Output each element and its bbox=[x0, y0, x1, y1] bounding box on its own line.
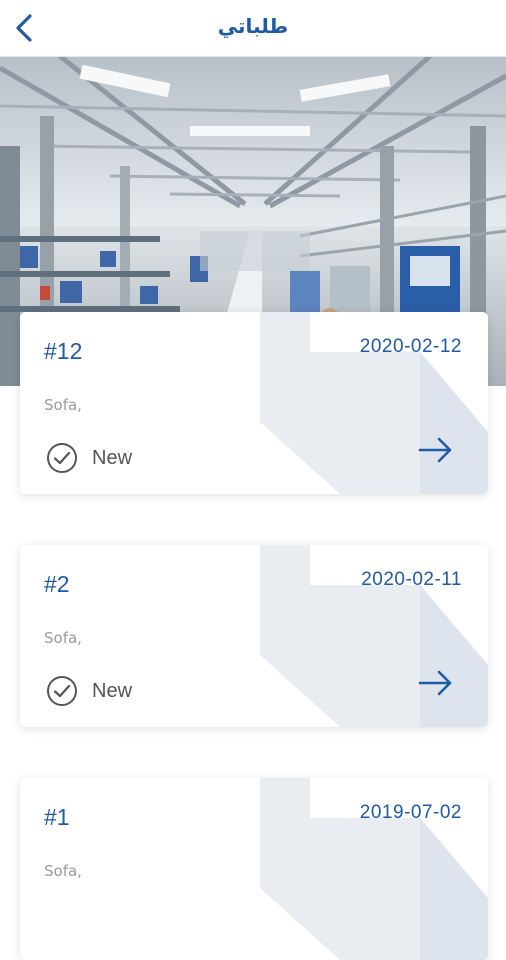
arrow-right-icon[interactable] bbox=[418, 436, 454, 464]
order-card[interactable]: #2 2020-02-11 Sofa, New bbox=[20, 545, 488, 727]
order-card[interactable]: #12 2020-02-12 Sofa, New bbox=[20, 312, 488, 494]
top-app-bar: طلباتي bbox=[0, 0, 506, 57]
check-circle-icon bbox=[47, 676, 77, 706]
order-status: New bbox=[46, 442, 132, 474]
order-date: 2020-02-12 bbox=[359, 336, 462, 357]
order-card[interactable]: #1 2019-07-02 Sofa, bbox=[20, 778, 488, 960]
order-status: New bbox=[46, 675, 132, 707]
order-date: 2020-02-11 bbox=[361, 569, 462, 590]
status-label: New bbox=[92, 446, 133, 469]
order-number: #1 bbox=[44, 804, 70, 830]
order-product: Sofa, bbox=[44, 629, 82, 647]
order-date: 2019-07-02 bbox=[359, 802, 462, 823]
arrow-right-icon[interactable] bbox=[418, 669, 454, 697]
order-number: #2 bbox=[44, 571, 70, 597]
order-product: Sofa, bbox=[44, 862, 82, 880]
page-title: طلباتي bbox=[217, 14, 289, 38]
status-label: New bbox=[92, 679, 133, 702]
order-number: #12 bbox=[44, 338, 83, 364]
order-product: Sofa, bbox=[44, 396, 82, 414]
check-circle-icon bbox=[47, 443, 77, 473]
